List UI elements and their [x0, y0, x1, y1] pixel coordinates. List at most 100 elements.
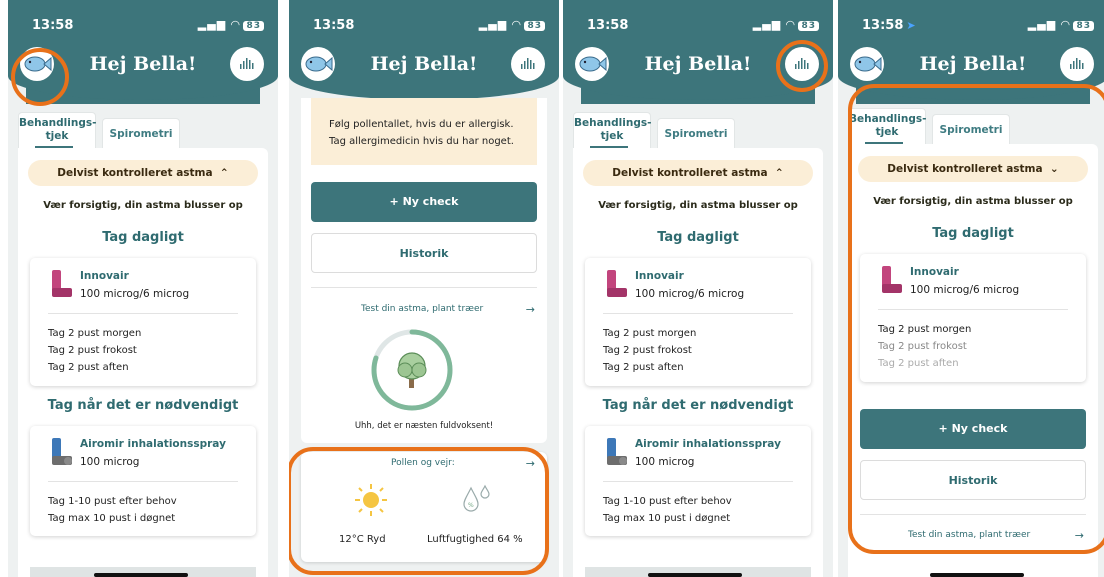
battery-icon: 83 [524, 21, 545, 31]
med-instruction: Tag 2 pust morgen [48, 328, 142, 339]
annotation-box-pollen [289, 447, 549, 575]
stats-chart-icon[interactable] [1060, 47, 1094, 81]
med-card-airomir[interactable]: Airomir inhalationsspray 100 microg Tag … [585, 426, 811, 536]
home-card: Følg pollentallet, hvis du er allergisk.… [301, 98, 547, 443]
tab-label-line2: tjek [45, 130, 69, 142]
med-name: Innovair [635, 270, 684, 282]
warning-text: Vær forsigtig, din astma blusser op [43, 200, 243, 211]
status-time: 13:58 [587, 18, 629, 33]
fish-avatar-icon[interactable] [575, 47, 609, 81]
tab-behandlingstjek[interactable]: Behandlings-tjek [573, 112, 651, 150]
app-header: Hej Bella! [289, 40, 559, 100]
history-button[interactable]: Historik [311, 233, 537, 273]
status-bar: 13:58 ▂▄▆ ◠ 83 [8, 0, 278, 44]
screen-treatment-1: 13:58 ▂▄▆ ◠ 83 Hej Bella! Behandlings-tje… [8, 0, 278, 577]
treatment-card: Delvist kontrolleret astma ⌃ Vær forsigt… [18, 148, 268, 577]
status-pill-label: Delvist kontrolleret astma [612, 167, 768, 179]
med-name: Airomir inhalationsspray [80, 438, 226, 450]
med-instruction: Tag max 10 pust i døgnet [48, 513, 176, 524]
home-indicator [648, 573, 742, 577]
med-card-innovair[interactable]: Innovair 100 microg/6 microg Tag 2 pust … [585, 258, 811, 386]
chevron-up-icon: ⌃ [216, 167, 229, 179]
tab-label-line2: tjek [600, 130, 624, 142]
section-daily: Tag dagligt [102, 230, 184, 245]
divider [311, 287, 537, 288]
chevron-up-icon: ⌃ [771, 167, 784, 179]
home-indicator [930, 573, 1024, 577]
status-time: 13:58 ➤ [862, 18, 916, 33]
stats-chart-icon[interactable] [230, 47, 264, 81]
med-instruction: Tag 2 pust aften [603, 362, 684, 373]
med-instruction: Tag 2 pust frokost [603, 345, 692, 356]
signal-wifi-battery: ▂▄▆ ◠ 83 [198, 18, 264, 31]
annotation-circle-stats [776, 40, 828, 92]
status-time: 13:58 [313, 18, 355, 33]
med-dose: 100 microg [80, 456, 140, 468]
med-card-innovair[interactable]: Innovair 100 microg/6 microg Tag 2 pust … [30, 258, 256, 386]
signal-wifi-battery: ▂▄▆ ◠ 83 [753, 18, 819, 31]
med-instruction: Tag 1-10 pust efter behov [48, 496, 177, 507]
section-needed: Tag når det er nødvendigt [47, 398, 239, 413]
home-indicator [94, 573, 188, 577]
fish-avatar-icon[interactable] [850, 47, 884, 81]
screen-treatment-2: 13:58 ▂▄▆ ◠ 83 Hej Bella! Behandlings-tje… [563, 0, 833, 577]
screen-treatment-collapsed: 13:58 ➤ ▂▄▆ ◠ 83 Hej Bella! Behandlings-tj… [838, 0, 1104, 577]
battery-icon: 83 [1073, 21, 1094, 31]
test-astma-link[interactable]: Test din astma, plant træer → [361, 303, 535, 316]
med-name: Innovair [80, 270, 129, 282]
med-dose: 100 microg/6 microg [635, 288, 745, 300]
signal-wifi-battery: ▂▄▆ ◠ 83 [479, 18, 545, 31]
new-check-button[interactable]: + Ny check [311, 182, 537, 222]
section-daily: Tag dagligt [657, 230, 739, 245]
pollen-tip-box: Følg pollentallet, hvis du er allergisk.… [311, 98, 537, 165]
status-pill[interactable]: Delvist kontrolleret astma ⌃ [28, 160, 258, 186]
warning-text: Vær forsigtig, din astma blusser op [598, 200, 798, 211]
inhaler-pink-icon [52, 270, 72, 297]
screen-home: 13:58 ▂▄▆ ◠ 83 Hej Bella! Følg pollentall… [289, 0, 559, 577]
pollen-tip-line2: Tag allergimedicin hvis du har noget. [329, 136, 514, 147]
divider [603, 313, 793, 314]
status-pill-label: Delvist kontrolleret astma [57, 167, 213, 179]
med-instruction: Tag max 10 pust i døgnet [603, 513, 731, 524]
battery-icon: 83 [243, 21, 264, 31]
status-time-value: 13:58 [862, 18, 904, 33]
divider [48, 313, 238, 314]
med-dose: 100 microg/6 microg [80, 288, 190, 300]
location-arrow-icon: ➤ [906, 19, 916, 32]
tab-spirometri[interactable]: Spirometri [102, 118, 180, 150]
pollen-tip-line1: Følg pollentallet, hvis du er allergisk. [329, 119, 514, 130]
divider [48, 481, 238, 482]
med-dose: 100 microg [635, 456, 695, 468]
fish-avatar-icon[interactable] [301, 47, 335, 81]
test-link-label: Test din astma, plant træer [361, 304, 484, 314]
status-bar: 13:58 ▂▄▆ ◠ 83 [563, 0, 833, 44]
med-instruction: Tag 2 pust aften [48, 362, 129, 373]
tab-label-line1: Behandlings- [19, 117, 97, 129]
stats-chart-icon[interactable] [511, 47, 545, 81]
treatment-card: Delvist kontrolleret astma ⌃ Vær forsigt… [573, 148, 823, 577]
status-time: 13:58 [32, 18, 74, 33]
status-bar: 13:58 ▂▄▆ ◠ 83 [289, 0, 559, 44]
med-instruction: Tag 1-10 pust efter behov [603, 496, 732, 507]
med-name: Airomir inhalationsspray [635, 438, 781, 450]
status-bar: 13:58 ➤ ▂▄▆ ◠ 83 [838, 0, 1104, 44]
med-card-airomir[interactable]: Airomir inhalationsspray 100 microg Tag … [30, 426, 256, 536]
signal-wifi-battery: ▂▄▆ ◠ 83 [1028, 18, 1094, 31]
med-instruction: Tag 2 pust morgen [603, 328, 697, 339]
annotation-circle-avatar [11, 48, 69, 106]
annotation-box-overview [848, 84, 1104, 554]
tab-label-line1: Behandlings- [574, 117, 652, 129]
tab-spirometri[interactable]: Spirometri [657, 118, 735, 150]
divider [603, 481, 793, 482]
tab-behandlingstjek[interactable]: Behandlings-tjek [18, 112, 96, 150]
med-instruction: Tag 2 pust frokost [48, 345, 137, 356]
inhaler-pink-icon [607, 270, 627, 297]
tree-caption: Uhh, det er næsten fuldvoksent! [354, 421, 494, 431]
tree-progress-ring [371, 329, 453, 411]
status-pill[interactable]: Delvist kontrolleret astma ⌃ [583, 160, 813, 186]
arrow-right-icon: → [525, 303, 535, 316]
battery-icon: 83 [798, 21, 819, 31]
inhaler-blue-icon [52, 438, 72, 465]
section-needed: Tag når det er nødvendigt [602, 398, 794, 413]
inhaler-blue-icon [607, 438, 627, 465]
